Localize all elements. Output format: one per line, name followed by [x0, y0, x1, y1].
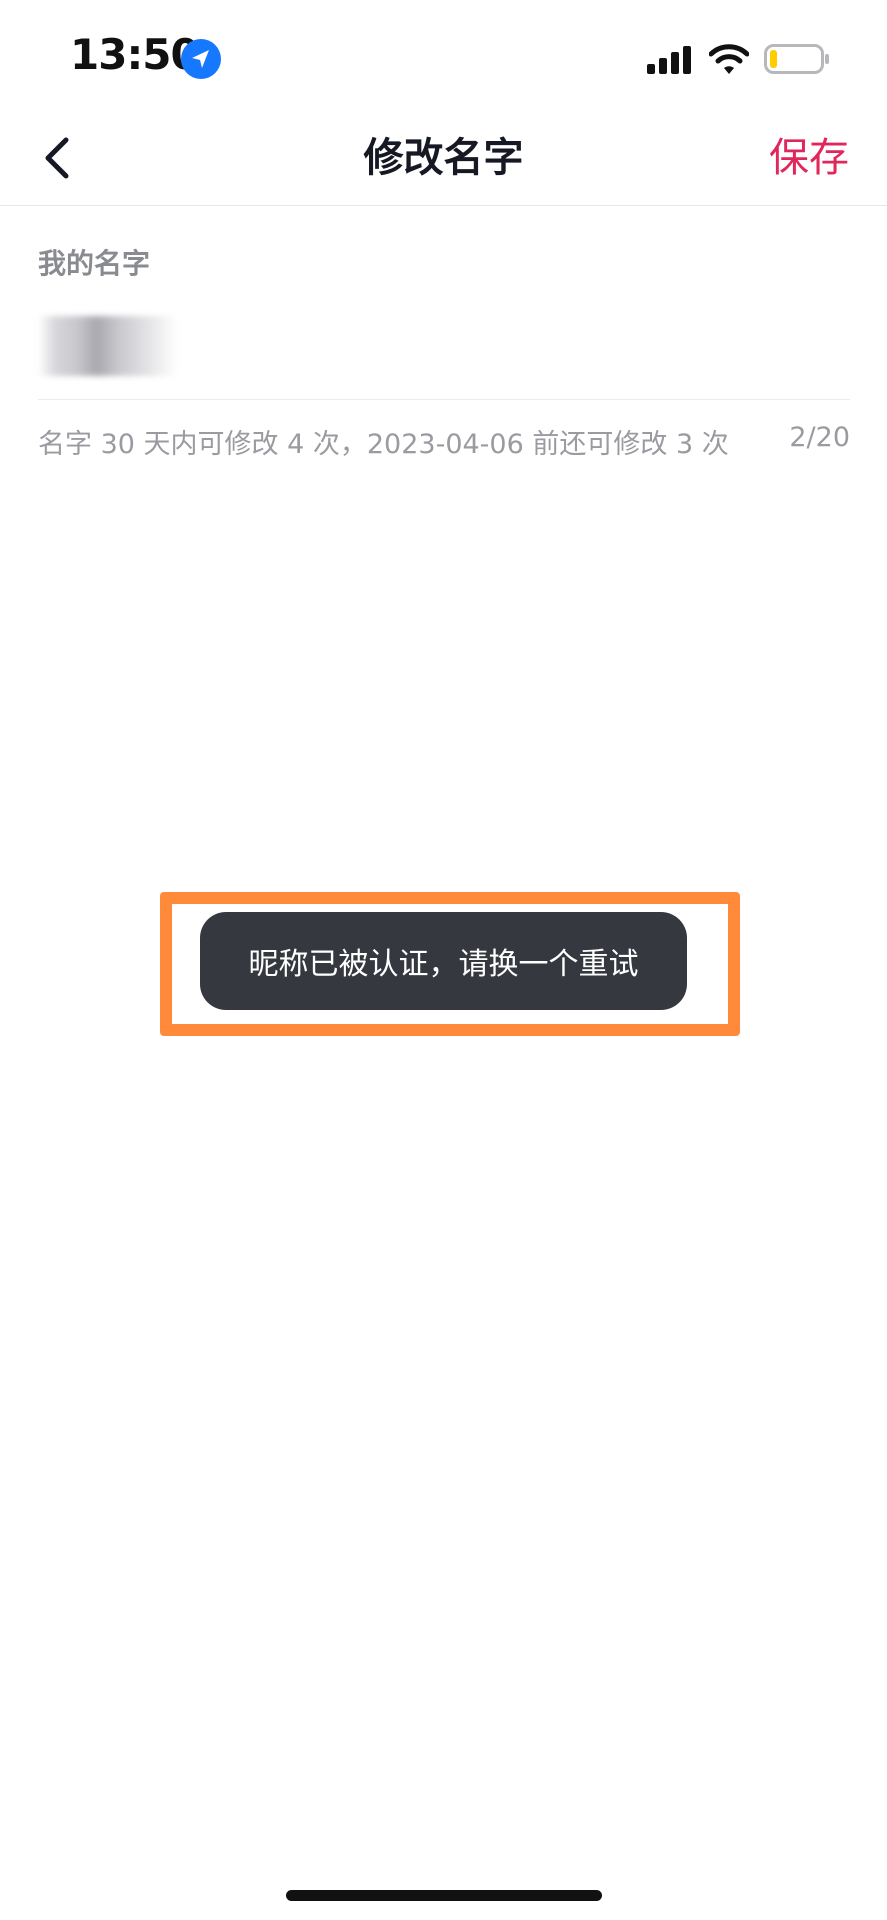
page-title: 修改名字	[363, 135, 524, 181]
rename-limit-hint: 名字 30 天内可修改 4 次，2023-04-06 前还可修改 3 次	[38, 429, 729, 460]
wifi-icon	[709, 44, 749, 74]
name-field-label: 我的名字	[38, 247, 151, 280]
save-button[interactable]: 保存	[769, 128, 849, 188]
location-arrow-icon	[181, 39, 221, 79]
blurred-name-value	[38, 316, 178, 376]
nav-bar: 修改名字 保存	[0, 110, 887, 206]
cellular-signal-icon	[647, 46, 691, 74]
home-indicator[interactable]	[286, 1890, 602, 1901]
battery-icon	[764, 44, 829, 74]
status-bar: 13:50	[0, 0, 887, 110]
character-counter: 2/20	[789, 422, 850, 453]
toast-message: 昵称已被认证，请换一个重试	[248, 947, 639, 982]
name-input[interactable]	[38, 300, 850, 400]
edit-name-screen: 13:50 修改名字 保存 我的名字 名字 30 天内可修改 4 次，2023-…	[0, 0, 887, 1920]
error-toast: 昵称已被认证，请换一个重试	[200, 912, 687, 1010]
